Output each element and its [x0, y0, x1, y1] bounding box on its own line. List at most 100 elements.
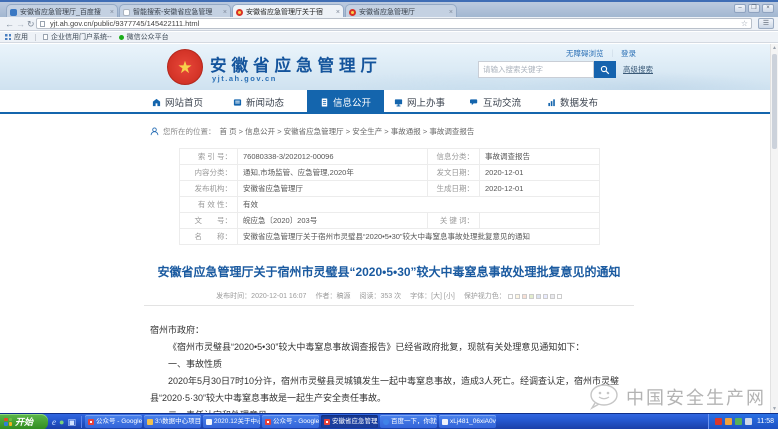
nav-item-online-services[interactable]: 网上办事 [394, 90, 445, 114]
eye-color-swatch[interactable] [550, 294, 555, 299]
url-text: yjt.ah.gov.cn/public/9377745/145422111.h… [50, 19, 199, 28]
minimize-button[interactable]: – [734, 4, 746, 13]
ie-icon[interactable]: e [52, 417, 56, 427]
meta-label: 名 称： [180, 229, 238, 245]
tray-network-icon[interactable] [735, 418, 742, 425]
eye-color-swatch[interactable] [536, 294, 541, 299]
paragraph-heading-1: 一、事故性质 [150, 356, 628, 373]
title-divider [144, 305, 634, 306]
notepad-icon [206, 419, 212, 425]
task-button-notepad-doc[interactable]: 2020.12关于中心... [203, 415, 260, 428]
tab-close-icon[interactable]: × [223, 9, 227, 16]
eye-color-swatch[interactable] [543, 294, 548, 299]
task-button-baidu[interactable]: 百度一下，你就知... [380, 415, 437, 428]
search-button[interactable] [594, 61, 616, 78]
address-bar[interactable]: yjt.ah.gov.cn/public/9377745/145422111.h… [36, 18, 752, 29]
home-icon [152, 98, 161, 107]
national-emblem-icon: ★ [167, 49, 203, 85]
show-desktop-icon[interactable]: ● [59, 417, 64, 427]
tab-close-icon[interactable]: × [449, 9, 453, 16]
media-player-icon[interactable]: ▣ [67, 417, 76, 427]
search-icon [600, 65, 610, 75]
nav-item-news[interactable]: 新闻动态 [233, 90, 284, 114]
login-link[interactable]: 登录 [621, 48, 636, 59]
tray-volume-icon[interactable] [745, 418, 752, 425]
nav-item-home[interactable]: 网站首页 [152, 90, 203, 114]
nav-label: 网上办事 [407, 95, 445, 109]
close-button[interactable]: × [762, 4, 774, 13]
meta-label: 文 号： [180, 213, 238, 229]
table-row: 内容分类： 通知,市场监管、应急管理,2020年 发文日期： 2020-12-0… [180, 165, 600, 181]
tray-security-icon[interactable] [715, 418, 722, 425]
meta-label: 发布机构： [180, 181, 238, 197]
advanced-search-link[interactable]: 高级搜索 [623, 64, 653, 75]
back-icon[interactable]: ← [5, 18, 14, 30]
eye-color-swatch[interactable] [508, 294, 513, 299]
task-button-data-center-folder[interactable]: 3:\数据中心项目 [144, 415, 201, 428]
site-header: ★ 安徽省应急管理厅 yjt.ah.gov.cn 无障碍浏览 ｜ 登录 高级搜索 [0, 44, 770, 90]
tab-close-icon[interactable]: × [336, 9, 340, 16]
task-button-chrome-official-account-2[interactable]: 公众号 - Google ... [262, 415, 319, 428]
taskbar: 开始 e ● ▣ 公众号 - Google ... 3:\数据中心项目 2020… [0, 413, 778, 429]
page-favicon [123, 9, 130, 16]
article-meta-line: 发布时间：2020-12-01 16:07 作者：稿源 阅读：353 次 字体：… [139, 291, 639, 301]
watermark-text: 中国安全生产网 [626, 384, 766, 410]
read-count: 阅读：353 次 [359, 291, 401, 301]
breadcrumb: 您所在的位置： 首 页 > 信息公开 > 安徽省应急管理厅 > 安全生产 > 事… [150, 126, 474, 137]
eye-color-swatch[interactable] [522, 294, 527, 299]
eye-color-swatch[interactable] [515, 294, 520, 299]
scroll-up-icon[interactable]: ▲ [771, 44, 778, 52]
task-label: 公众号 - Google ... [96, 415, 142, 428]
nav-item-info-disclosure[interactable]: 信息公开 [307, 90, 384, 114]
apps-grid-icon [5, 34, 11, 40]
reload-icon[interactable]: ↻ [27, 18, 35, 30]
forward-icon[interactable]: → [16, 18, 25, 30]
apps-button[interactable]: 应用 [5, 32, 28, 42]
meta-value: 皖应急〔2020〕203号 [238, 213, 428, 229]
eye-color-swatch[interactable] [529, 294, 534, 299]
scroll-down-icon[interactable]: ▼ [771, 405, 778, 413]
page-viewport: ★ 安徽省应急管理厅 yjt.ah.gov.cn 无障碍浏览 ｜ 登录 高级搜索 [0, 44, 778, 413]
eye-color-swatch[interactable] [557, 294, 562, 299]
task-label: 3:\数据中心项目 [155, 415, 201, 428]
task-button-yjt-site-active[interactable]: 安徽省应急管理厅... [321, 415, 378, 428]
emblem-star-icon: ★ [177, 59, 192, 76]
bookmark-wechat-platform[interactable]: 微信公众平台 [119, 32, 169, 42]
maximize-button[interactable]: ❐ [748, 4, 760, 13]
bookmark-enterprise-portal[interactable]: 企业信用门户系统-- [43, 32, 112, 42]
nav-item-data-release[interactable]: 数据发布 [547, 90, 598, 114]
task-button-chrome-official-account[interactable]: 公众号 - Google ... [85, 415, 142, 428]
apps-label: 应用 [14, 32, 28, 42]
baidu-favicon [10, 9, 17, 16]
document-icon [320, 98, 329, 107]
meta-value: 安徽省应急管理厅关于宿州市灵璧县“2020•5•30”较大中毒窒息事故处理批复意… [238, 229, 600, 245]
tab-label: 安徽省应急管理厅 [359, 7, 446, 17]
nav-label: 数据发布 [560, 95, 598, 109]
page-scrollbar[interactable]: ▲ ▼ [770, 44, 778, 413]
bookmark-star-icon[interactable]: ☆ [741, 19, 748, 29]
font-size-controls[interactable]: 字体：[大] [小] [410, 291, 455, 301]
search-input[interactable] [478, 61, 594, 78]
scrollbar-thumb[interactable] [772, 54, 777, 149]
tab-close-icon[interactable]: × [110, 9, 114, 16]
taskbar-divider [81, 416, 82, 428]
nav-item-interaction[interactable]: 互动交流 [470, 90, 521, 114]
accessibility-link[interactable]: 无障碍浏览 [566, 48, 604, 59]
table-row: 文 号： 皖应急〔2020〕203号 关 键 词： [180, 213, 600, 229]
task-button-document[interactable]: xLj481_06xiA0v70... [439, 415, 496, 428]
meta-value: 事故调查报告 [480, 149, 600, 165]
bookmarks-divider [35, 34, 36, 41]
chrome-icon [88, 419, 94, 425]
breadcrumb-trail[interactable]: 首 页 > 信息公开 > 安徽省应急管理厅 > 安全生产 > 事故通报 > 事故… [220, 126, 475, 137]
task-label: 公众号 - Google ... [273, 415, 319, 428]
bookmark-page-icon [43, 34, 48, 40]
taskbar-clock[interactable]: 11:58 [755, 418, 774, 425]
meta-value: 2020-12-01 [480, 181, 600, 197]
start-button[interactable]: 开始 [0, 414, 48, 429]
browser-menu-icon[interactable]: ☰ [758, 18, 774, 29]
location-person-icon [150, 127, 159, 136]
table-row: 索 引 号： 76080338-3/202012-00096 信息分类： 事故调… [180, 149, 600, 165]
table-row: 发布机构： 安徽省应急管理厅 生成日期： 2020-12-01 [180, 181, 600, 197]
tray-update-icon[interactable] [725, 418, 732, 425]
nav-label: 网站首页 [165, 95, 203, 109]
